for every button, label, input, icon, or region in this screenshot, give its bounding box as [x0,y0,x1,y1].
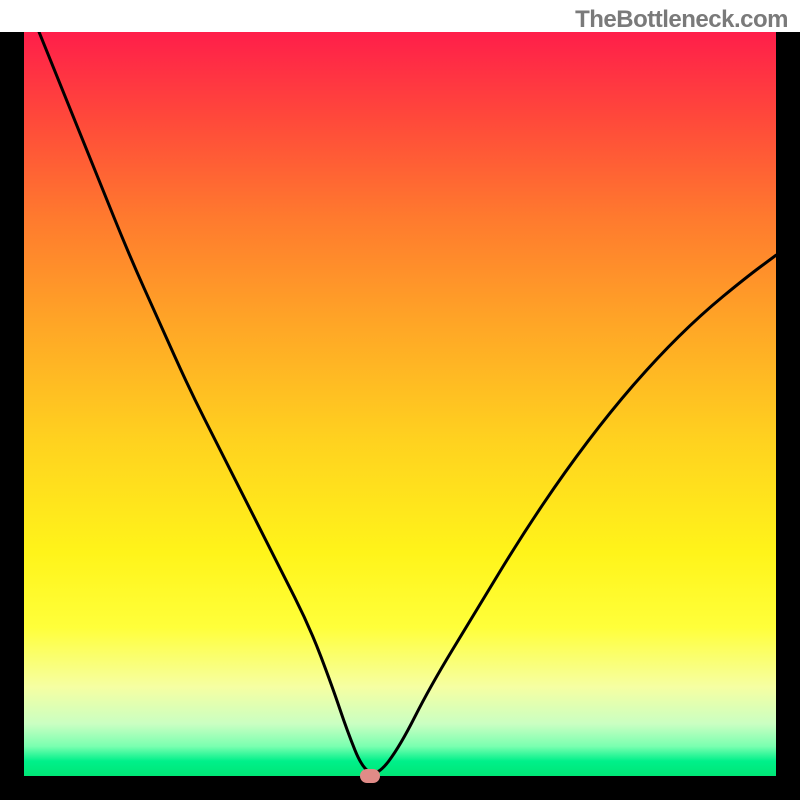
optimum-marker [360,769,380,783]
plot-area [24,32,776,776]
plot-frame [0,32,800,800]
watermark-text: TheBottleneck.com [575,6,788,34]
bottleneck-curve [39,32,776,773]
chart-container: TheBottleneck.com [0,0,800,800]
curve-svg [24,32,776,776]
